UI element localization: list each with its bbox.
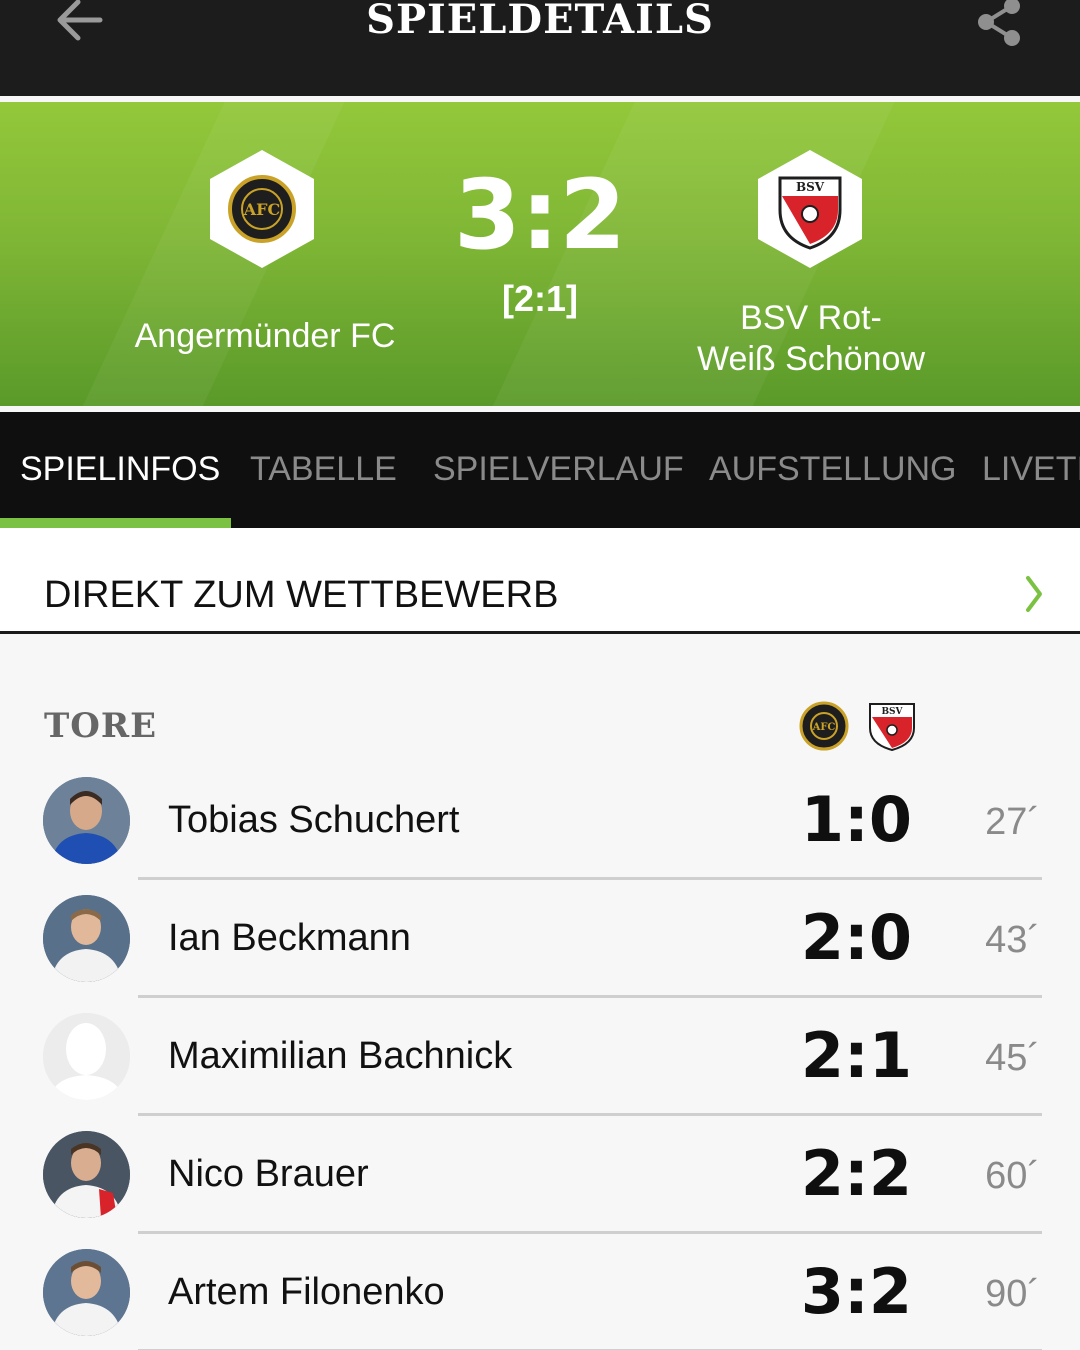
player-photo — [43, 1249, 130, 1336]
goal-scorer-name: Artem Filonenko — [168, 1271, 445, 1313]
halftime-score: [2:1] — [501, 278, 578, 319]
svg-text:AFC: AFC — [243, 200, 281, 219]
goal-row[interactable]: Ian Beckmann 2:0 43´ — [0, 895, 1080, 1013]
svg-text:BSV: BSV — [881, 707, 903, 717]
competition-link-label: DIREKT ZUM WETTBEWERB — [44, 574, 559, 616]
tab-liveticker[interactable]: LIVETI — [982, 450, 1080, 489]
player-avatar — [43, 777, 130, 864]
goal-scorer-name: Nico Brauer — [168, 1153, 369, 1195]
active-tab-indicator — [0, 518, 231, 528]
goal-score: 2:1 — [800, 1019, 912, 1092]
angermuender-fc-logo: AFC — [799, 701, 849, 751]
goal-minute: 90´ — [985, 1273, 1040, 1315]
home-team-crest[interactable]: AFC — [206, 148, 318, 270]
away-team-crest[interactable]: BSV — [754, 148, 866, 270]
player-avatar-placeholder — [43, 1013, 130, 1100]
goal-scorer-name: Tobias Schuchert — [168, 799, 460, 841]
share-button[interactable] — [972, 0, 1028, 48]
final-score: 3:2 — [454, 159, 626, 271]
angermuender-fc-logo: AFC — [210, 150, 314, 268]
player-avatar — [43, 1131, 130, 1218]
goal-minute: 43´ — [985, 919, 1040, 961]
goal-score: 2:2 — [800, 1137, 912, 1210]
home-team-name[interactable]: Angermünder FC — [110, 316, 420, 357]
tab-tabelle[interactable]: TABELLE — [250, 450, 397, 489]
goal-score: 1:0 — [800, 783, 912, 856]
app-bar: SPIELDETAILS — [0, 0, 1080, 96]
player-avatar — [43, 1249, 130, 1336]
tab-spielinfos[interactable]: SPIELINFOS — [20, 450, 220, 489]
svg-text:BSV: BSV — [796, 180, 825, 194]
player-photo — [43, 895, 130, 982]
bsv-schoenow-logo: BSV — [869, 703, 915, 752]
player-photo — [43, 777, 130, 864]
away-team-mini-crest: BSV — [866, 700, 918, 752]
row-divider — [138, 1113, 1042, 1116]
user-placeholder-icon — [43, 1013, 130, 1100]
goal-row[interactable]: Tobias Schuchert 1:0 27´ — [0, 777, 1080, 895]
goal-minute: 27´ — [985, 801, 1040, 843]
competition-link[interactable]: DIREKT ZUM WETTBEWERB — [0, 528, 1080, 634]
svg-text:AFC: AFC — [812, 722, 836, 733]
away-team-name-line1: BSV Rot- — [740, 299, 882, 337]
player-photo — [43, 1131, 130, 1218]
away-team-name-line2: Weiß Schönow — [696, 340, 926, 378]
row-divider — [138, 995, 1042, 998]
chevron-right-icon — [1026, 576, 1042, 612]
tab-bar: SPIELINFOS TABELLE SPIELVERLAUF AUFSTELL… — [0, 412, 1080, 528]
page-title: SPIELDETAILS — [366, 0, 714, 43]
player-avatar — [43, 895, 130, 982]
goal-score: 3:2 — [800, 1255, 912, 1328]
goal-row[interactable]: Nico Brauer 2:2 60´ — [0, 1131, 1080, 1249]
goal-minute: 60´ — [985, 1155, 1040, 1197]
goal-scorer-name: Ian Beckmann — [168, 917, 411, 959]
goals-section-title: TORE — [44, 706, 158, 746]
row-divider — [138, 1231, 1042, 1234]
tab-aufstellung[interactable]: AUFSTELLUNG — [709, 450, 957, 489]
goal-minute: 45´ — [985, 1037, 1040, 1079]
row-divider — [138, 877, 1042, 880]
share-icon — [978, 0, 1020, 46]
goal-row[interactable]: Maximilian Bachnick 2:1 45´ — [0, 1013, 1080, 1131]
away-team-name[interactable]: BSV Rot- Weiß Schönow — [680, 298, 942, 380]
home-team-mini-crest: AFC — [798, 700, 850, 752]
bsv-schoenow-logo: BSV — [758, 150, 862, 268]
match-header: AFC Angermünder FC 3:2 [2:1] BSV BSV Rot… — [0, 102, 1080, 406]
tab-spielverlauf[interactable]: SPIELVERLAUF — [433, 450, 684, 489]
goal-scorer-name: Maximilian Bachnick — [168, 1035, 513, 1077]
goal-score: 2:0 — [800, 901, 912, 974]
goal-row[interactable]: Artem Filonenko 3:2 90´ — [0, 1249, 1080, 1350]
